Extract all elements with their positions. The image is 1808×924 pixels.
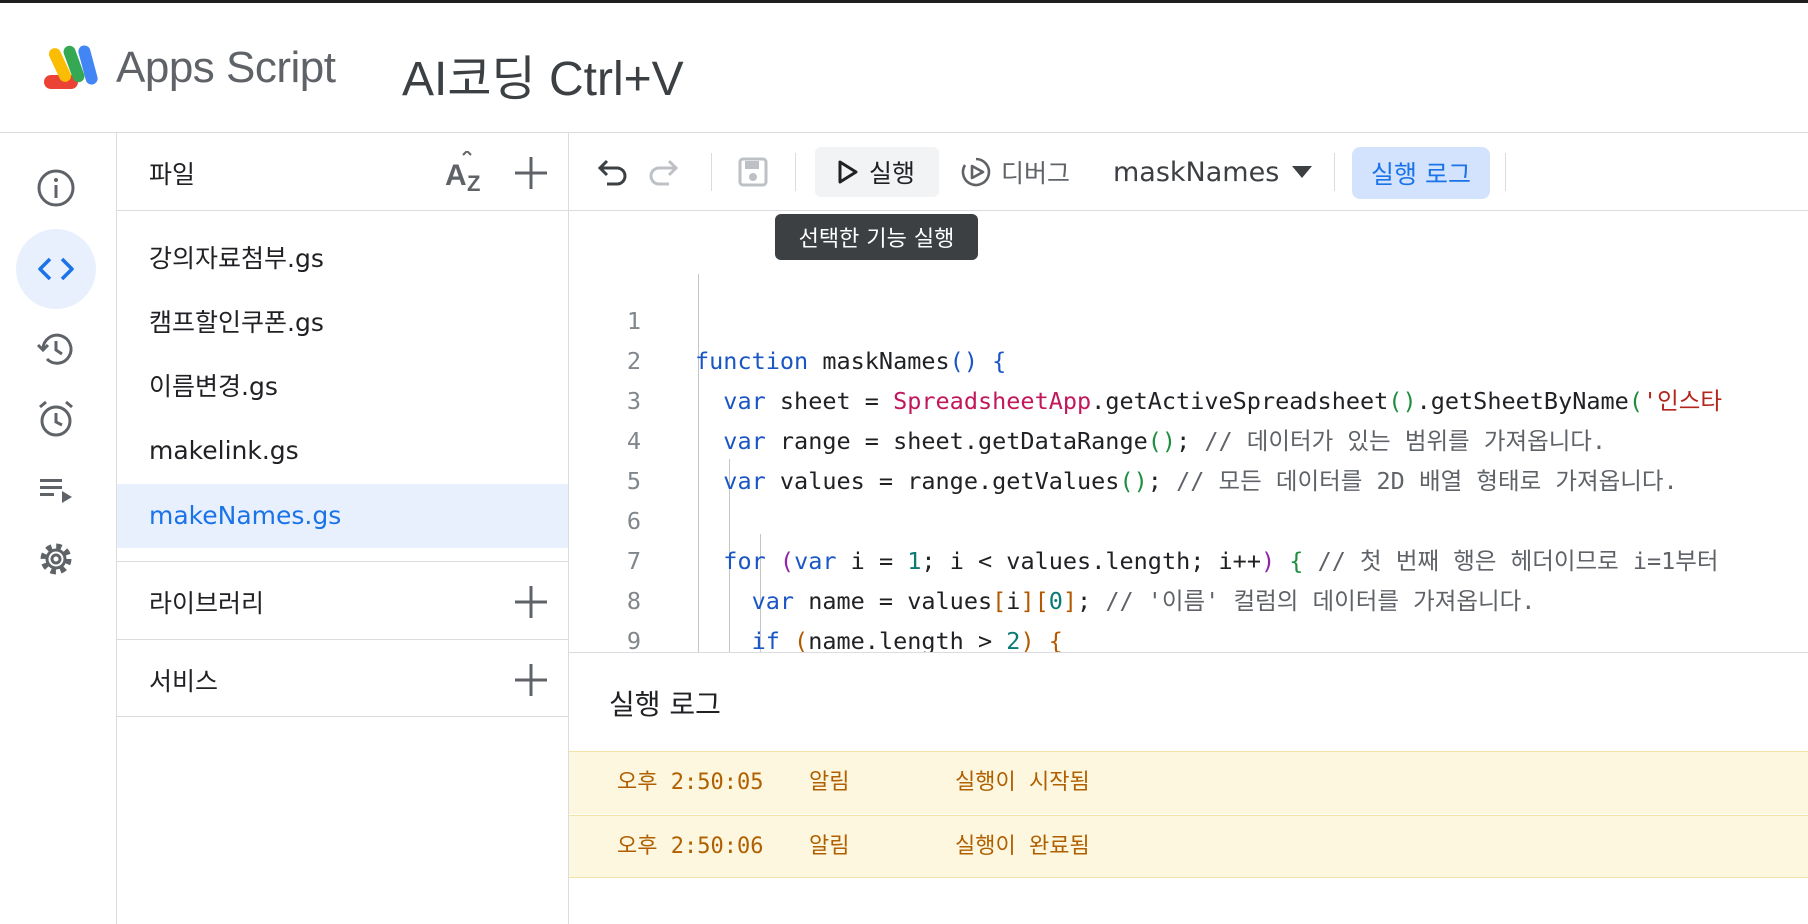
files-title: 파일 [149, 160, 196, 189]
editor-button[interactable] [16, 229, 96, 309]
app-header: Apps Script AI코딩 Ctrl+V [0, 3, 1808, 133]
services-label: 서비스 [149, 667, 219, 696]
add-service-icon[interactable] [511, 660, 551, 700]
run-tooltip: 선택한 기능 실행 [775, 214, 978, 260]
toolbar-divider [1505, 153, 1506, 191]
code-line: 2 var sheet = SpreadsheetApp.getActiveSp… [569, 301, 1808, 415]
toolbar-divider [795, 153, 796, 191]
svg-text:Z: Z [467, 171, 480, 195]
add-file-icon[interactable] [511, 153, 551, 193]
files-header: 파일 A Z [117, 133, 568, 211]
editor-toolbar: 실행 디버그 maskNames 실행 로그 [569, 133, 1808, 211]
file-item[interactable]: 캠프할인쿠폰.gs [117, 291, 568, 355]
play-icon [838, 160, 858, 184]
code-editor[interactable]: 1 function maskNames() { 2 var sheet = S… [569, 211, 1808, 652]
code-line: 7 var name = values[i][0]; // '이름' 컬럼의 데… [569, 501, 1808, 615]
code-line: 10 var maskedName = name.charAt(0) + 'O'… [569, 621, 1808, 652]
code-line: 1 function maskNames() { [569, 261, 1808, 375]
log-message: 실행이 완료됨 [955, 834, 1090, 859]
debug-label: 디버그 [1001, 159, 1071, 188]
run-button[interactable]: 실행 [815, 147, 939, 197]
files-panel: 파일 A Z 강의자료첨부.gs 캠프할인쿠폰.gs 이름변경.gs makel… [117, 133, 569, 924]
libraries-label: 라이브러리 [149, 589, 265, 618]
code-icon [38, 257, 74, 281]
file-item[interactable]: 강의자료첨부.gs [117, 227, 568, 291]
code-line: 8 if (name.length > 2) { [569, 541, 1808, 652]
history-button[interactable] [16, 309, 96, 389]
libraries-section: 라이브러리 [117, 561, 568, 639]
code-line: 9 // 이름이 세 글자 이상인 경우 [569, 581, 1808, 652]
code-line: 6 for (var i = 1; i < values.length; i++… [569, 461, 1808, 575]
log-message: 실행이 시작됨 [955, 770, 1090, 795]
toolbar-divider [711, 153, 712, 191]
log-panel-title: 실행 로그 [609, 688, 721, 721]
alarm-icon [39, 400, 73, 437]
code-line: 4 var values = range.getValues(); // 모든 … [569, 381, 1808, 495]
project-title[interactable]: AI코딩 Ctrl+V [402, 39, 684, 109]
function-select-value: maskNames [1113, 156, 1280, 188]
az-sort-icon[interactable]: A Z [443, 151, 491, 195]
executions-icon [40, 479, 72, 503]
add-library-icon[interactable] [511, 582, 551, 622]
save-icon[interactable] [733, 152, 773, 192]
debug-button[interactable]: 디버그 [959, 147, 1070, 197]
run-label: 실행 [869, 159, 916, 188]
log-level: 알림 [809, 770, 850, 795]
debug-icon [961, 157, 991, 187]
services-section: 서비스 [117, 639, 568, 717]
svg-text:A: A [445, 159, 467, 192]
executions-button[interactable] [16, 449, 96, 529]
execution-log-button[interactable]: 실행 로그 [1352, 147, 1490, 199]
redo-icon[interactable] [645, 152, 685, 192]
settings-button[interactable] [16, 519, 96, 599]
triggers-button[interactable] [16, 379, 96, 459]
dropdown-arrow-icon [1292, 166, 1313, 178]
gear-icon [40, 543, 72, 575]
undo-icon[interactable] [591, 152, 631, 192]
file-item[interactable]: 이름변경.gs [117, 355, 568, 419]
log-time: 오후 2:50:05 [617, 770, 764, 795]
file-item[interactable]: makelink.gs [117, 419, 568, 483]
history-icon [36, 333, 73, 365]
log-level: 알림 [809, 834, 850, 859]
execution-log-panel: 실행 로그 오후 2:50:05 알림 실행이 시작됨 오후 2:50:06 알… [569, 652, 1808, 924]
toolbar-divider [1334, 153, 1335, 191]
info-icon [37, 169, 75, 207]
function-select[interactable]: maskNames [1113, 147, 1313, 197]
code-line: 3 var range = sheet.getDataRange(); // 데… [569, 341, 1808, 455]
app-name: Apps Script [116, 43, 336, 92]
apps-script-logo [44, 45, 98, 89]
code-line: 5 [569, 421, 1808, 495]
log-row: 오후 2:50:05 알림 실행이 시작됨 [569, 751, 1808, 814]
file-item-active[interactable]: makeNames.gs [117, 484, 568, 548]
log-row: 오후 2:50:06 알림 실행이 완료됨 [569, 815, 1808, 878]
overview-button[interactable] [16, 148, 96, 228]
left-nav-rail [0, 133, 117, 924]
log-time: 오후 2:50:06 [617, 834, 764, 859]
